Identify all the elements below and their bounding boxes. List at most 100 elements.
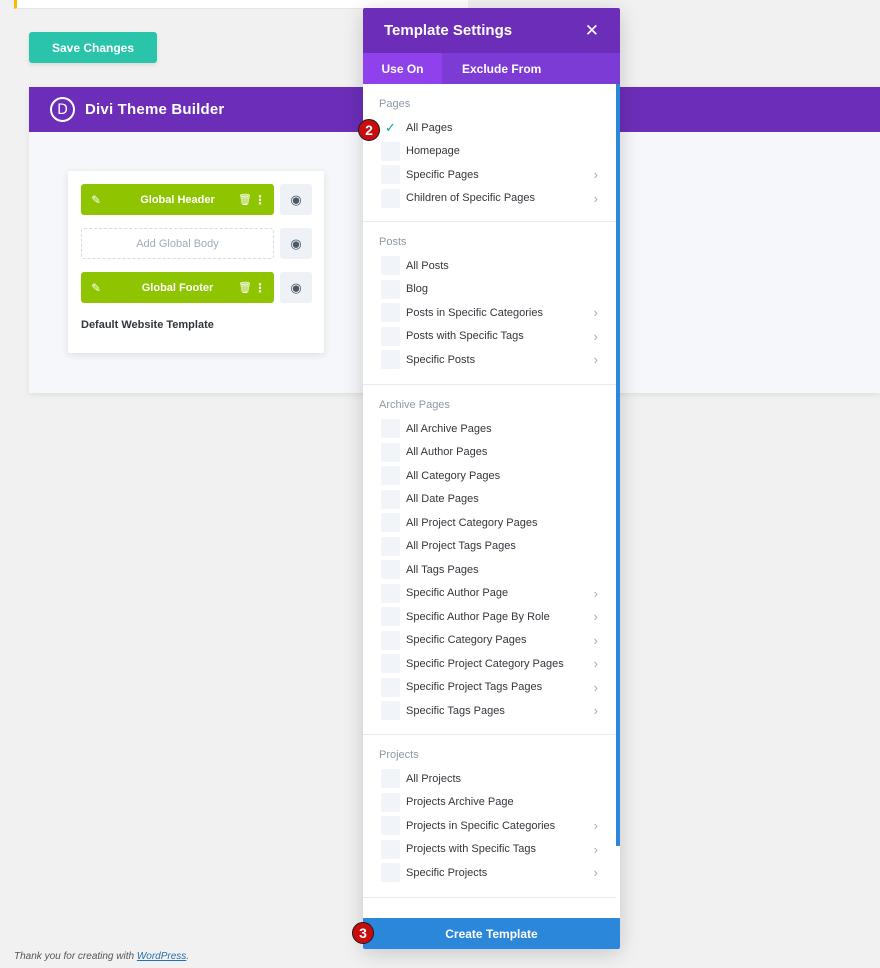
option-specific-project-tags-pages[interactable]: Specific Project Tags Pages ›	[379, 676, 602, 700]
option-label: All Archive Pages	[406, 422, 492, 435]
checkbox[interactable]	[381, 513, 400, 533]
chevron-right-icon[interactable]: ›	[594, 305, 598, 320]
option-all-posts[interactable]: All Posts	[379, 254, 602, 278]
option-blog[interactable]: Blog	[379, 278, 602, 302]
eye-icon[interactable]: ◉	[280, 228, 312, 259]
option-label: Specific Author Page	[406, 587, 509, 600]
kebab-menu-icon[interactable]: ⋮	[254, 281, 266, 295]
chevron-right-icon[interactable]: ›	[594, 191, 598, 206]
checkbox[interactable]	[381, 326, 400, 346]
trash-icon[interactable]: 🗑	[238, 281, 252, 294]
modal-scrollbar[interactable]	[616, 84, 620, 846]
save-changes-button[interactable]: Save Changes	[29, 32, 157, 63]
option-all-author-pages[interactable]: All Author Pages	[379, 441, 602, 465]
add-global-body-button[interactable]: Add Global Body	[81, 228, 274, 259]
option-specific-posts[interactable]: Specific Posts ›	[379, 348, 602, 372]
option-posts-in-specific-categories[interactable]: Posts in Specific Categories ›	[379, 301, 602, 325]
option-all-tags-pages[interactable]: All Tags Pages	[379, 558, 602, 582]
checkbox[interactable]	[381, 165, 400, 185]
checkbox[interactable]	[381, 816, 400, 836]
checkbox[interactable]	[381, 863, 400, 883]
option-children-of-specific-pages[interactable]: Children of Specific Pages ›	[379, 187, 602, 211]
section-title-posts: Posts	[379, 236, 407, 248]
checkbox[interactable]	[381, 279, 400, 299]
checkbox[interactable]	[381, 256, 400, 276]
checkbox[interactable]	[381, 839, 400, 859]
admin-footer: Thank you for creating with WordPress.	[14, 951, 189, 962]
option-label: Specific Author Page By Role	[406, 610, 550, 623]
pencil-icon[interactable]: ✎	[91, 193, 101, 207]
option-label: Homepage	[406, 145, 460, 158]
option-specific-project-category-pages[interactable]: Specific Project Category Pages ›	[379, 652, 602, 676]
option-specific-projects[interactable]: Specific Projects ›	[379, 861, 602, 885]
step-badge-2: 2	[358, 119, 380, 141]
checkbox[interactable]	[381, 792, 400, 812]
checkmark-icon[interactable]: ✓	[381, 118, 400, 137]
option-all-category-pages[interactable]: All Category Pages	[379, 464, 602, 488]
checkbox[interactable]	[381, 188, 400, 208]
chevron-right-icon[interactable]: ›	[594, 842, 598, 857]
option-all-project-tags-pages[interactable]: All Project Tags Pages	[379, 535, 602, 559]
option-specific-tags-pages[interactable]: Specific Tags Pages ›	[379, 699, 602, 723]
tab-exclude-from[interactable]: Exclude From	[442, 53, 561, 84]
option-all-date-pages[interactable]: All Date Pages	[379, 488, 602, 512]
option-all-projects[interactable]: All Projects	[379, 767, 602, 791]
option-label: All Posts	[406, 259, 449, 272]
trash-icon[interactable]: 🗑	[238, 193, 252, 206]
option-label: Projects Archive Page	[406, 796, 514, 809]
kebab-menu-icon[interactable]: ⋮	[254, 193, 266, 207]
option-label: All Project Tags Pages	[406, 540, 516, 553]
checkbox[interactable]	[381, 466, 400, 486]
option-homepage[interactable]: Homepage	[379, 140, 602, 164]
checkbox[interactable]	[381, 654, 400, 674]
wordpress-link[interactable]: WordPress	[137, 951, 186, 962]
option-specific-category-pages[interactable]: Specific Category Pages ›	[379, 629, 602, 653]
chevron-right-icon[interactable]: ›	[594, 586, 598, 601]
create-template-button[interactable]: Create Template	[363, 918, 620, 949]
eye-icon[interactable]: ◉	[280, 184, 312, 215]
checkbox[interactable]	[381, 677, 400, 697]
checkbox[interactable]	[381, 701, 400, 721]
checkbox[interactable]	[381, 489, 400, 509]
checkbox[interactable]	[381, 630, 400, 650]
chevron-right-icon[interactable]: ›	[594, 329, 598, 344]
checkbox[interactable]	[381, 442, 400, 462]
chevron-right-icon[interactable]: ›	[594, 167, 598, 182]
close-icon[interactable]: ✕	[585, 21, 599, 41]
chevron-right-icon[interactable]: ›	[594, 865, 598, 880]
checkbox[interactable]	[381, 583, 400, 603]
option-projects-with-specific-tags[interactable]: Projects with Specific Tags ›	[379, 838, 602, 862]
chevron-right-icon[interactable]: ›	[594, 352, 598, 367]
option-label: All Date Pages	[406, 493, 479, 506]
option-specific-pages[interactable]: Specific Pages ›	[379, 163, 602, 187]
checkbox[interactable]	[381, 560, 400, 580]
option-all-archive-pages[interactable]: All Archive Pages	[379, 417, 602, 441]
pencil-icon[interactable]: ✎	[91, 281, 101, 295]
checkbox[interactable]	[381, 350, 400, 370]
checkbox[interactable]	[381, 303, 400, 323]
checkbox[interactable]	[381, 419, 400, 439]
option-all-project-category-pages[interactable]: All Project Category Pages	[379, 511, 602, 535]
tab-use-on[interactable]: Use On	[363, 53, 442, 84]
global-header-area[interactable]: ✎ Global Header 🗑 ⋮	[81, 184, 274, 215]
checkbox[interactable]	[381, 607, 400, 627]
option-specific-author-page-by-role[interactable]: Specific Author Page By Role ›	[379, 605, 602, 629]
option-projects-archive-page[interactable]: Projects Archive Page	[379, 791, 602, 815]
chevron-right-icon[interactable]: ›	[594, 609, 598, 624]
eye-icon[interactable]: ◉	[280, 272, 312, 303]
option-projects-in-specific-categories[interactable]: Projects in Specific Categories ›	[379, 814, 602, 838]
option-all-pages[interactable]: ✓ All Pages	[379, 116, 602, 140]
chevron-right-icon[interactable]: ›	[594, 818, 598, 833]
chevron-right-icon[interactable]: ›	[594, 680, 598, 695]
chevron-right-icon[interactable]: ›	[594, 703, 598, 718]
option-posts-with-specific-tags[interactable]: Posts with Specific Tags ›	[379, 325, 602, 349]
chevron-right-icon[interactable]: ›	[594, 656, 598, 671]
option-specific-author-page[interactable]: Specific Author Page ›	[379, 582, 602, 606]
checkbox[interactable]	[381, 141, 400, 161]
chevron-right-icon[interactable]: ›	[594, 633, 598, 648]
checkbox[interactable]	[381, 536, 400, 556]
global-footer-area[interactable]: ✎ Global Footer 🗑 ⋮	[81, 272, 274, 303]
template-header-row: ✎ Global Header 🗑 ⋮ ◉	[81, 184, 312, 215]
option-label: Blog	[406, 283, 429, 296]
checkbox[interactable]	[381, 769, 400, 789]
